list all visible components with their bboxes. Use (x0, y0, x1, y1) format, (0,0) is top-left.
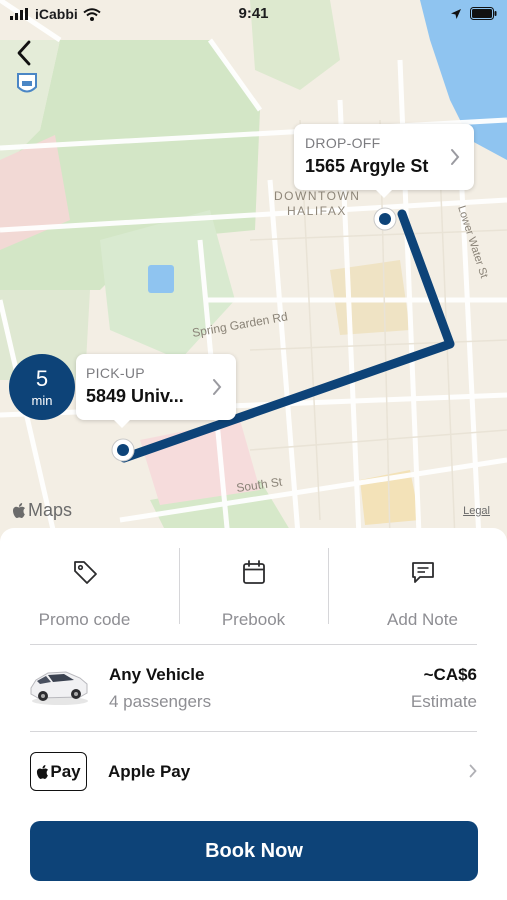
vehicle-capacity: 4 passengers (109, 692, 212, 711)
action-divider (179, 548, 180, 624)
action-bar: Promo code Prebook Add Note (0, 546, 507, 634)
payment-method-row[interactable]: Pay Apple Pay (0, 732, 507, 812)
apple-logo-icon (37, 764, 49, 779)
eta-value: 5 (35, 366, 49, 391)
legal-link[interactable]: Legal (463, 505, 490, 517)
dropoff-callout[interactable]: DROP-OFF 1565 Argyle St (294, 124, 474, 198)
chevron-right-icon (451, 149, 460, 165)
chevron-left-icon (17, 40, 31, 66)
clock: 9:41 (238, 5, 269, 22)
district-label-line1: DOWNTOWN (274, 189, 360, 203)
district-label-line2: HALIFAX (287, 204, 347, 218)
apple-logo-icon (13, 503, 25, 518)
back-button[interactable] (12, 38, 38, 68)
vehicle-name: Any Vehicle (109, 665, 205, 684)
action-divider (328, 548, 329, 624)
eta-unit: min (31, 393, 53, 408)
street-label-lower-water: Lower Water St (455, 204, 490, 279)
car-icon (30, 671, 88, 705)
chevron-right-icon (213, 379, 222, 395)
status-bar: iCabbi 9:41 (0, 0, 507, 28)
prebook-label: Prebook (221, 610, 286, 629)
fare-estimate-label: Estimate (410, 692, 477, 711)
book-now-button[interactable]: Book Now (30, 821, 478, 881)
vehicle-row[interactable]: Any Vehicle 4 passengers ~CA$6 Estimate (0, 645, 507, 731)
promo-code-label: Promo code (38, 610, 131, 629)
prebook-button[interactable]: Prebook (169, 546, 338, 634)
add-note-label: Add Note (387, 610, 458, 629)
tag-icon (73, 561, 97, 584)
pickup-callout[interactable]: PICK-UP 5849 Univ... (76, 354, 236, 428)
dropoff-caption: DROP-OFF (305, 135, 381, 151)
note-icon (411, 562, 434, 583)
promo-code-button[interactable]: Promo code (0, 546, 169, 634)
eta-badge: 5 min (9, 354, 75, 420)
fare-price: ~CA$6 (423, 665, 477, 684)
apple-pay-badge: Pay (30, 752, 87, 791)
highway-shield-icon (17, 73, 37, 93)
calendar-icon (242, 560, 265, 584)
payment-method-name: Apple Pay (108, 762, 191, 781)
maps-attribution: Maps (12, 500, 72, 521)
maps-label: Maps (28, 500, 73, 520)
location-arrow-icon (451, 8, 461, 19)
chevron-right-icon (469, 764, 477, 778)
apple-pay-badge-text: Pay (50, 761, 81, 781)
battery-icon (470, 7, 497, 20)
map-view[interactable]: Spring Garden Rd South St Lower Water St… (0, 0, 507, 560)
add-note-button[interactable]: Add Note (338, 546, 507, 634)
dropoff-address: 1565 Argyle St (305, 156, 429, 176)
map-background: Spring Garden Rd South St Lower Water St… (0, 0, 507, 560)
